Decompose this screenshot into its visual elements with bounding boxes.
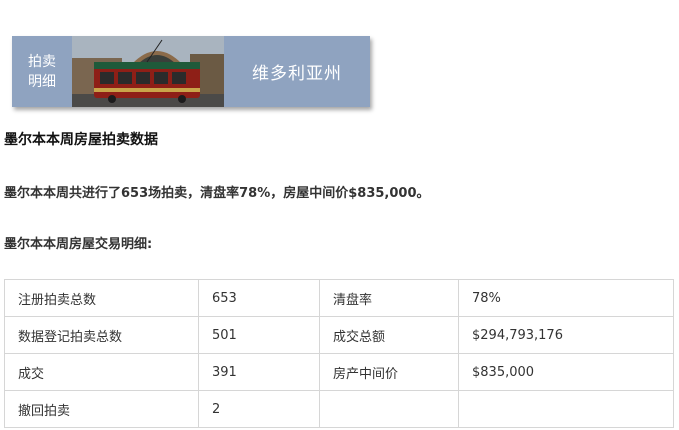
table-cell: 653 [198,279,320,317]
table-cell: 成交总额 [319,316,459,354]
table-row: 数据登记拍卖总数 501 成交总额 $294,793,176 [4,316,674,354]
table-cell: $835,000 [458,353,674,391]
table-cell: 成交 [4,353,199,391]
table-cell: 391 [198,353,320,391]
banner: 拍卖 明细 维多利亚州 [12,36,370,107]
tram-photo [72,36,224,107]
banner-tag-line2: 明细 [28,73,56,90]
details-subheading: 墨尔本本周房屋交易明细: [4,237,153,252]
table-cell [458,390,674,428]
summary-text: 墨尔本本周共进行了653场拍卖，清盘率78%，房屋中间价$835,000。 [4,186,430,201]
table-row: 注册拍卖总数 653 清盘率 78% [4,279,674,317]
page-title: 墨尔本本周房屋拍卖数据 [4,132,158,148]
table-cell: $294,793,176 [458,316,674,354]
table-cell: 78% [458,279,674,317]
auction-data-table: 注册拍卖总数 653 清盘率 78% 数据登记拍卖总数 501 成交总额 $29… [4,279,674,428]
tram-photo-image [72,36,224,107]
banner-tag-line1: 拍卖 [28,53,56,70]
table-cell: 清盘率 [319,279,459,317]
table-cell: 501 [198,316,320,354]
table-cell: 注册拍卖总数 [4,279,199,317]
table-cell: 2 [198,390,320,428]
table-cell [319,390,459,428]
table-cell: 撤回拍卖 [4,390,199,428]
banner-title: 维多利亚州 [252,64,342,84]
table-cell: 房产中间价 [319,353,459,391]
banner-tag: 拍卖 明细 [12,36,72,107]
table-cell: 数据登记拍卖总数 [4,316,199,354]
table-row: 撤回拍卖 2 [4,390,674,428]
table-row: 成交 391 房产中间价 $835,000 [4,353,674,391]
